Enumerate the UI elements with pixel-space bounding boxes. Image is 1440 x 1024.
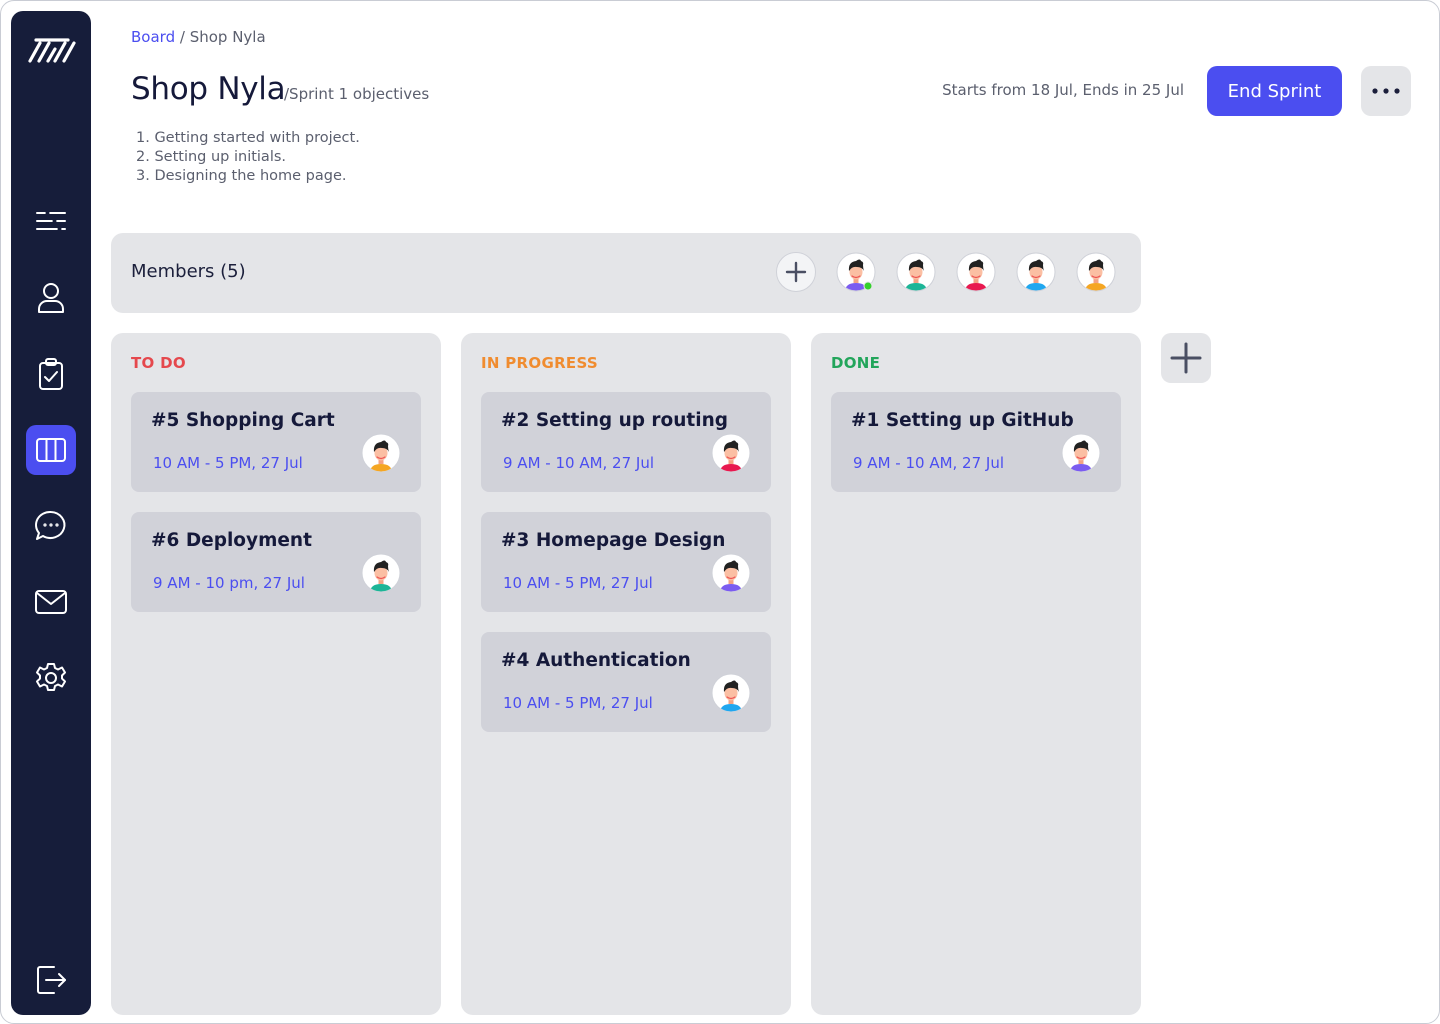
page-title: Shop Nyla [131, 71, 286, 107]
task-time: 10 AM - 5 PM, 27 Jul [153, 454, 303, 472]
assignee-avatar[interactable] [711, 553, 751, 593]
sidebar-item-tasks[interactable] [26, 349, 76, 399]
logout-button[interactable] [26, 955, 76, 1005]
page-subtitle: /Sprint 1 objectives [284, 85, 430, 103]
task-time: 9 AM - 10 pm, 27 Jul [153, 574, 305, 592]
plus-icon [1170, 342, 1202, 374]
breadcrumb-current: Shop Nyla [189, 28, 266, 46]
member-avatar[interactable] [1016, 252, 1056, 292]
more-options-button[interactable] [1361, 66, 1411, 116]
sidebar [11, 11, 91, 1015]
member-avatar[interactable] [896, 252, 936, 292]
objective-item: 2. Setting up initials. [136, 149, 287, 165]
user-icon [38, 283, 64, 313]
sidebar-item-settings[interactable] [26, 653, 76, 703]
sidebar-item-mail[interactable] [26, 577, 76, 627]
plus-icon [785, 261, 807, 283]
member-avatar[interactable] [836, 252, 876, 292]
task-card[interactable]: #2 Setting up routing 9 AM - 10 AM, 27 Ju… [481, 392, 771, 492]
task-card[interactable]: #6 Deployment 9 AM - 10 pm, 27 Jul [131, 512, 421, 612]
column-title: IN PROGRESS [481, 354, 598, 372]
breadcrumb-separator: / [179, 28, 185, 46]
task-title: #2 Setting up routing [501, 410, 729, 431]
board-column: DONE #1 Setting up GitHub 9 AM - 10 AM, 27… [811, 333, 1141, 1015]
sidebar-item-menu[interactable] [26, 196, 76, 246]
task-title: #5 Shopping Cart [151, 410, 335, 431]
breadcrumb: Board / Shop Nyla [131, 28, 266, 46]
objective-item: 3. Designing the home page. [136, 168, 347, 184]
task-card[interactable]: #1 Setting up GitHub 9 AM - 10 AM, 27 Jul [831, 392, 1121, 492]
end-sprint-button[interactable]: End Sprint [1207, 66, 1342, 116]
breadcrumb-board-link[interactable]: Board [131, 28, 175, 46]
assignee-avatar[interactable] [711, 433, 751, 473]
board-column: TO DO #5 Shopping Cart 10 AM - 5 PM, 27 Ju… [111, 333, 441, 1015]
task-time: 9 AM - 10 AM, 27 Jul [853, 454, 1005, 472]
chat-icon [35, 510, 66, 540]
objective-item: 1. Getting started with project. [136, 130, 360, 146]
members-bar: Members (5) [111, 233, 1141, 313]
objectives-list: 1. Getting started with project. 2. Sett… [136, 129, 360, 186]
board-columns-icon [36, 438, 66, 462]
task-title: #1 Setting up GitHub [851, 410, 1074, 431]
member-avatar[interactable] [956, 252, 996, 292]
sidebar-item-chat[interactable] [26, 501, 76, 551]
mail-icon [35, 590, 67, 614]
task-card[interactable]: #3 Homepage Design 10 AM - 5 PM, 27 Jul [481, 512, 771, 612]
task-time: 10 AM - 5 PM, 27 Jul [503, 694, 653, 712]
column-title: TO DO [131, 354, 186, 372]
task-time: 9 AM - 10 AM, 27 Jul [503, 454, 655, 472]
sidebar-item-board[interactable] [26, 425, 76, 475]
sidebar-item-profile[interactable] [26, 272, 76, 322]
more-horizontal-icon [1372, 88, 1400, 94]
app-window: Board / Shop Nyla Shop Nyla /Sprint 1 ob… [0, 0, 1440, 1024]
task-time: 10 AM - 5 PM, 27 Jul [503, 574, 653, 592]
board-column: IN PROGRESS #2 Setting up routing 9 AM - 1… [461, 333, 791, 1015]
brand-logo[interactable] [28, 35, 76, 65]
menu-icon [36, 211, 66, 231]
task-card[interactable]: #4 Authentication 10 AM - 5 PM, 27 Jul [481, 632, 771, 732]
task-title: #4 Authentication [501, 650, 691, 671]
logout-icon [37, 966, 66, 994]
add-column-button[interactable] [1161, 333, 1211, 383]
task-title: #3 Homepage Design [501, 530, 726, 551]
add-member-button[interactable] [776, 252, 816, 292]
member-avatar[interactable] [1076, 252, 1116, 292]
column-title: DONE [831, 354, 881, 372]
sprint-dates: Starts from 18 Jul, Ends in 25 Jul [942, 81, 1184, 99]
task-title: #6 Deployment [151, 530, 312, 551]
assignee-avatar[interactable] [361, 433, 401, 473]
clipboard-check-icon [39, 358, 63, 390]
assignee-avatar[interactable] [711, 673, 751, 713]
members-label: Members (5) [131, 261, 246, 282]
task-card[interactable]: #5 Shopping Cart 10 AM - 5 PM, 27 Jul [131, 392, 421, 492]
assignee-avatar[interactable] [1061, 433, 1101, 473]
assignee-avatar[interactable] [361, 553, 401, 593]
settings-icon [36, 663, 66, 691]
